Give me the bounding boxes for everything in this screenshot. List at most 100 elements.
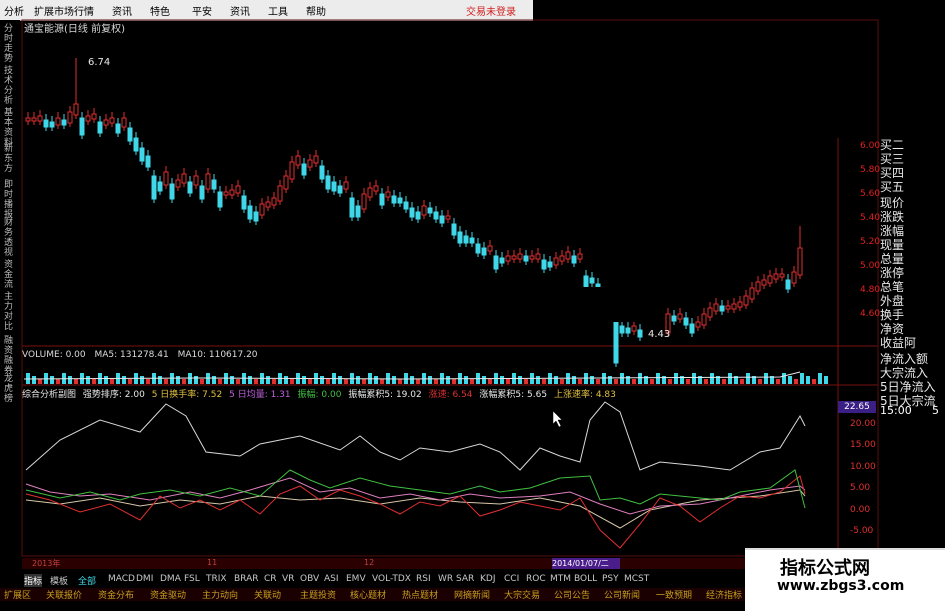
masked-area xyxy=(283,287,661,322)
tab-roc[interactable]: ROC xyxy=(526,574,546,584)
tab-vol-tdx[interactable]: VOL-TDX xyxy=(372,574,411,584)
tab-cr[interactable]: CR xyxy=(264,574,277,584)
candle-body xyxy=(773,273,779,280)
bottom-nav-item[interactable]: 核心题材 xyxy=(350,588,386,601)
tab-obv[interactable]: OBV xyxy=(300,574,319,584)
volume-bar xyxy=(410,376,414,384)
bottom-nav-item[interactable]: 资金驱动 xyxy=(150,588,186,601)
tab-psy[interactable]: PSY xyxy=(602,574,619,584)
bottom-nav-item[interactable]: 资金分布 xyxy=(98,588,134,601)
candle-body xyxy=(707,307,713,318)
tab-dmi[interactable]: DMI xyxy=(136,574,153,584)
bottom-nav-item[interactable]: 扩展区 xyxy=(4,588,31,601)
candle-body xyxy=(121,117,127,128)
volume-bar xyxy=(638,373,642,384)
candle-body xyxy=(571,255,577,264)
candle-body xyxy=(451,223,457,236)
tab-template[interactable]: 模板 xyxy=(50,574,68,587)
candle-body xyxy=(181,173,187,184)
bottom-nav-item[interactable]: 关联报价 xyxy=(46,588,82,601)
volume-bar xyxy=(236,379,240,384)
bottom-nav-item[interactable]: 关联动 xyxy=(254,588,281,601)
indicator-tick: 20.00 xyxy=(850,419,876,429)
bottom-nav-item[interactable]: 一致预期 xyxy=(656,588,692,601)
volume-bar xyxy=(164,379,168,384)
tab-trix[interactable]: TRIX xyxy=(206,574,227,584)
candle-body xyxy=(767,275,773,284)
bottom-nav-item[interactable]: 经济指标 xyxy=(706,588,742,601)
bottom-nav-item[interactable]: 主力动向 xyxy=(202,588,238,601)
volume-bar xyxy=(788,376,792,384)
volume-bar xyxy=(674,373,678,384)
tab-vr[interactable]: VR xyxy=(282,574,294,584)
tab-asi[interactable]: ASI xyxy=(324,574,339,584)
candle-body xyxy=(671,315,677,322)
candle-body xyxy=(517,253,523,260)
tab-brar[interactable]: BRAR xyxy=(234,574,258,584)
indicator-s2: 5 日换手率: 7.52 xyxy=(151,390,223,400)
candle-body xyxy=(755,281,761,292)
volume-bar xyxy=(626,376,630,384)
bottom-nav-item[interactable]: 公司新闻 xyxy=(604,588,640,601)
tab-dma[interactable]: DMA xyxy=(160,574,181,584)
candle-body xyxy=(457,231,463,244)
candle-body xyxy=(355,205,361,218)
indicator-name[interactable]: 综合分析副图 xyxy=(22,390,76,400)
quote-label: 收益阿 xyxy=(880,336,917,350)
candle-body xyxy=(175,179,181,188)
price-tick: 4.60 xyxy=(860,309,881,319)
quote-label: 买五 xyxy=(880,180,905,194)
candle-body xyxy=(619,325,625,334)
bottom-nav-item[interactable]: 公司公告 xyxy=(554,588,590,601)
candle-body xyxy=(295,155,301,166)
candle-body xyxy=(307,159,313,168)
volume-bar xyxy=(800,373,804,384)
bottom-nav-item[interactable]: 热点题材 xyxy=(402,588,438,601)
bottom-nav-item[interactable]: 大宗交易 xyxy=(504,588,540,601)
bottom-nav-item[interactable]: 网摘新闻 xyxy=(454,588,490,601)
candle-body xyxy=(49,121,55,128)
candle-body xyxy=(127,127,133,142)
volume-bar xyxy=(320,376,324,384)
candle-body xyxy=(61,119,67,126)
volume-bar xyxy=(572,376,576,384)
volume-bar xyxy=(128,379,132,384)
volume-ma10: MA10: 110617.20 xyxy=(177,350,258,360)
candle-body xyxy=(31,117,37,122)
volume-bar xyxy=(692,373,696,384)
tab-wr[interactable]: WR xyxy=(438,574,453,584)
tab-rsi[interactable]: RSI xyxy=(416,574,431,584)
volume-bar xyxy=(818,373,822,384)
tab-indicator[interactable]: 指标 xyxy=(24,574,43,587)
candle-body xyxy=(361,193,367,210)
tab-emv[interactable]: EMV xyxy=(346,574,366,584)
candle-body xyxy=(217,191,223,208)
candle-body xyxy=(163,171,169,186)
candle-body xyxy=(415,211,421,220)
tab-macd[interactable]: MACD xyxy=(108,574,135,584)
watermark-title: 指标公式网 xyxy=(780,558,870,579)
volume-bar xyxy=(614,379,618,384)
volume-value: VOLUME: 0.00 xyxy=(22,350,86,360)
tab-boll[interactable]: BOLL xyxy=(574,574,597,584)
volume-bar xyxy=(290,379,294,384)
volume-bar xyxy=(506,379,510,384)
tab-kdj[interactable]: KDJ xyxy=(480,574,496,584)
tab-mcst[interactable]: MCST xyxy=(624,574,649,584)
tab-all[interactable]: 全部 xyxy=(78,574,96,587)
tab-sar[interactable]: SAR xyxy=(456,574,474,584)
volume-bar xyxy=(710,373,714,384)
date-label: 11 xyxy=(207,558,218,567)
bottom-nav-item[interactable]: 主题投资 xyxy=(300,588,336,601)
volume-bar xyxy=(608,376,612,384)
candle-body xyxy=(421,205,427,216)
candle-body xyxy=(737,301,743,308)
candle-body xyxy=(109,117,115,124)
candle-body xyxy=(695,321,701,328)
volume-bar xyxy=(746,373,750,384)
candle-body xyxy=(91,113,97,120)
tab-fsl[interactable]: FSL xyxy=(184,574,200,584)
tab-cci[interactable]: CCI xyxy=(504,574,519,584)
tab-mtm[interactable]: MTM xyxy=(550,574,571,584)
volume-bar xyxy=(308,379,312,384)
